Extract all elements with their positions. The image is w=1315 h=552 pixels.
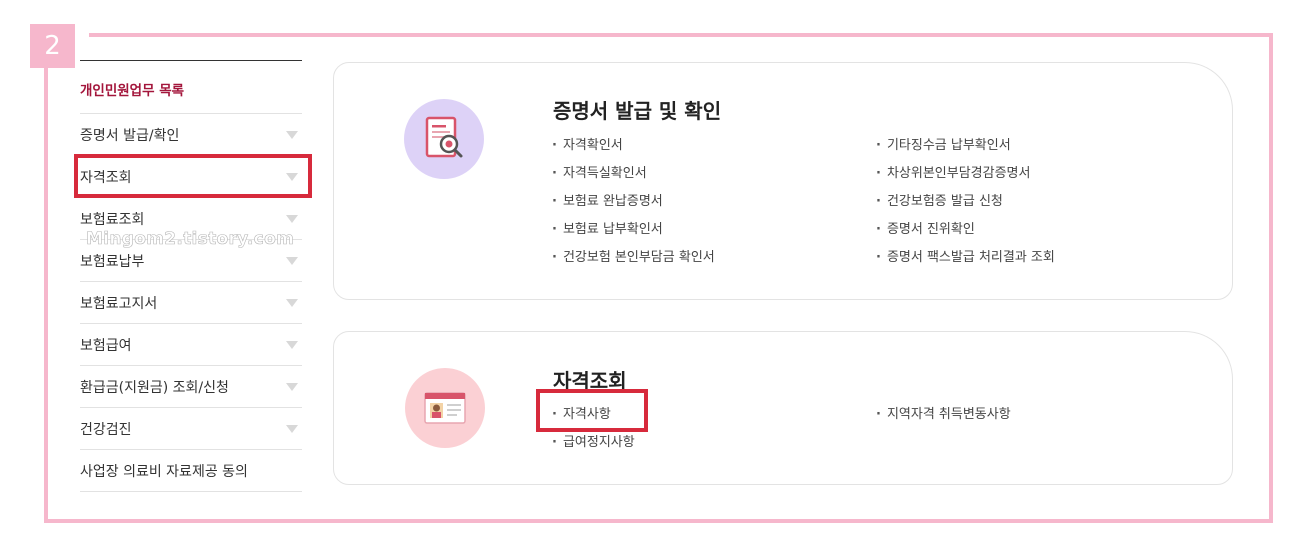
caret-down-icon <box>286 130 298 139</box>
sidebar-item[interactable]: 건강검진 <box>80 408 302 450</box>
card-link[interactable]: 자격득실확인서 <box>552 160 715 188</box>
card-link[interactable]: 차상위본인부담경감증명서 <box>876 160 1055 188</box>
id-card-icon-circle <box>405 368 485 448</box>
highlight-box-sidebar <box>74 154 312 198</box>
sidebar-item[interactable]: 환급금(지원금) 조회/신청 <box>80 366 302 408</box>
card-link[interactable]: 지역자격 취득변동사항 <box>876 401 1011 429</box>
card-link[interactable]: 증명서 팩스발급 처리결과 조회 <box>876 244 1055 272</box>
sidebar-item[interactable]: 보험급여 <box>80 324 302 366</box>
sidebar-item-label: 보험료고지서 <box>80 295 158 312</box>
sidebar-item-label: 사업장 의료비 자료제공 동의 <box>80 463 248 480</box>
card-links-right: 기타징수금 납부확인서차상위본인부담경감증명서건강보험증 발급 신청증명서 진위… <box>876 132 1055 272</box>
caret-down-icon <box>286 256 298 265</box>
sidebar-heading: 개인민원업무 목록 <box>80 61 302 114</box>
sidebar-item-label: 보험급여 <box>80 337 132 354</box>
step-badge: 2 <box>30 24 75 68</box>
sidebar-item-label: 증명서 발급/확인 <box>80 127 180 144</box>
sidebar-item[interactable]: 증명서 발급/확인 <box>80 114 302 156</box>
card-links-right: 지역자격 취득변동사항 <box>876 401 1011 429</box>
sidebar-item-label: 보험료납부 <box>80 253 145 270</box>
sidebar-item[interactable]: 보험료고지서 <box>80 282 302 324</box>
certificate-icon-circle <box>404 99 484 179</box>
card-link[interactable]: 증명서 진위확인 <box>876 216 1055 244</box>
caret-down-icon <box>286 298 298 307</box>
sidebar-item-label: 환급금(지원금) 조회/신청 <box>80 379 229 396</box>
card-link[interactable]: 자격확인서 <box>552 132 715 160</box>
card-link[interactable]: 건강보험증 발급 신청 <box>876 188 1055 216</box>
card-certificate: 증명서 발급 및 확인 자격확인서자격득실확인서보험료 완납증명서보험료 납부확… <box>333 62 1233 300</box>
card-link[interactable]: 보험료 납부확인서 <box>552 216 715 244</box>
caret-down-icon <box>286 424 298 433</box>
card-link[interactable]: 보험료 완납증명서 <box>552 188 715 216</box>
card-qualification: 자격조회 자격사항급여정지사항 지역자격 취득변동사항 <box>333 331 1233 485</box>
caret-down-icon <box>286 382 298 391</box>
caret-down-icon <box>286 214 298 223</box>
sidebar-menu: 개인민원업무 목록 증명서 발급/확인 자격조회 보험료조회 보험료납부 보험료고지서 보… <box>80 60 302 492</box>
sidebar-item-label: 건강검진 <box>80 421 132 438</box>
highlight-box-qualification-link <box>536 389 648 432</box>
card-link[interactable]: 기타징수금 납부확인서 <box>876 132 1055 160</box>
card-link[interactable]: 급여정지사항 <box>552 429 635 457</box>
sidebar-item[interactable]: 사업장 의료비 자료제공 동의 <box>80 450 302 492</box>
sidebar-item-label: 보험료조회 <box>80 211 145 228</box>
card-title: 증명서 발급 및 확인 <box>553 99 722 123</box>
certificate-search-icon <box>425 116 463 158</box>
badge-gap <box>75 29 89 41</box>
card-link[interactable]: 건강보험 본인부담금 확인서 <box>552 244 715 272</box>
card-links-left: 자격확인서자격득실확인서보험료 완납증명서보험료 납부확인서건강보험 본인부담금… <box>552 132 715 272</box>
id-card-icon <box>424 392 466 424</box>
watermark: Mingom2.tistory.com <box>86 229 295 250</box>
caret-down-icon <box>286 340 298 349</box>
